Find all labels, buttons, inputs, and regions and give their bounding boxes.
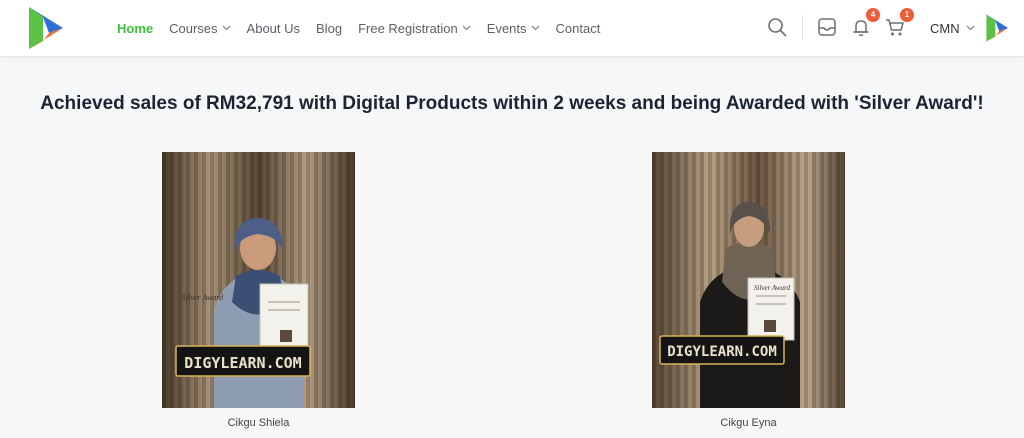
chevron-down-icon [222, 25, 230, 31]
plate-overlay: Silver Award DIGYLEARN.COM [667, 284, 790, 360]
certificate-title: Silver Award [182, 293, 224, 302]
nav-item-home[interactable]: Home [117, 21, 153, 36]
nav-item-label: Contact [555, 20, 601, 36]
nav-item-courses[interactable]: Courses [169, 21, 230, 36]
nav-item-label: Free Registration [358, 20, 458, 36]
search-icon[interactable] [766, 16, 788, 38]
page-headline: Achieved sales of RM32,791 with Digital … [40, 93, 984, 114]
cart-count-badge: 1 [900, 8, 914, 22]
number-plate: DIGYLEARN.COM [184, 354, 301, 372]
avatar [986, 14, 1008, 42]
user-name: CMN [930, 20, 960, 36]
photo-caption: Cikgu Eyna [720, 417, 777, 429]
divider [802, 15, 803, 39]
photo-caption: Cikgu Shiela [227, 417, 290, 429]
nav-item-contact[interactable]: Contact [556, 21, 601, 36]
nav-item-free-registration[interactable]: Free Registration [358, 21, 471, 36]
user-menu[interactable]: CMN [930, 0, 1011, 56]
brand-logo[interactable] [21, 3, 67, 53]
nav-item-label: Events [486, 20, 527, 36]
nav-item-events[interactable]: Events [487, 21, 540, 36]
header-tools: 4 1 CMN [754, 0, 1024, 56]
main-nav: Home Courses About Us Blog Free Registra… [117, 0, 616, 56]
notifications-button[interactable]: 4 [850, 8, 880, 38]
nav-item-label: Blog [316, 20, 343, 36]
nav-item-label: About Us [246, 20, 301, 36]
plate-overlay: Silver Award DIGYLEARN.COM [182, 293, 302, 372]
chevron-down-icon [966, 25, 975, 31]
nav-item-blog[interactable]: Blog [316, 21, 342, 36]
top-navbar: Home Courses About Us Blog Free Registra… [0, 0, 1024, 57]
notification-count-badge: 4 [866, 8, 880, 22]
certificate-title: Silver Award [754, 284, 790, 292]
cart-button[interactable]: 1 [884, 8, 914, 38]
inbox-icon[interactable] [816, 16, 838, 38]
nav-item-label: Home [117, 20, 154, 36]
chevron-down-icon [531, 25, 539, 31]
chevron-down-icon [462, 25, 471, 31]
nav-item-label: Courses [169, 20, 218, 36]
nav-item-about-us[interactable]: About Us [247, 21, 300, 36]
number-plate: DIGYLEARN.COM [667, 344, 777, 360]
